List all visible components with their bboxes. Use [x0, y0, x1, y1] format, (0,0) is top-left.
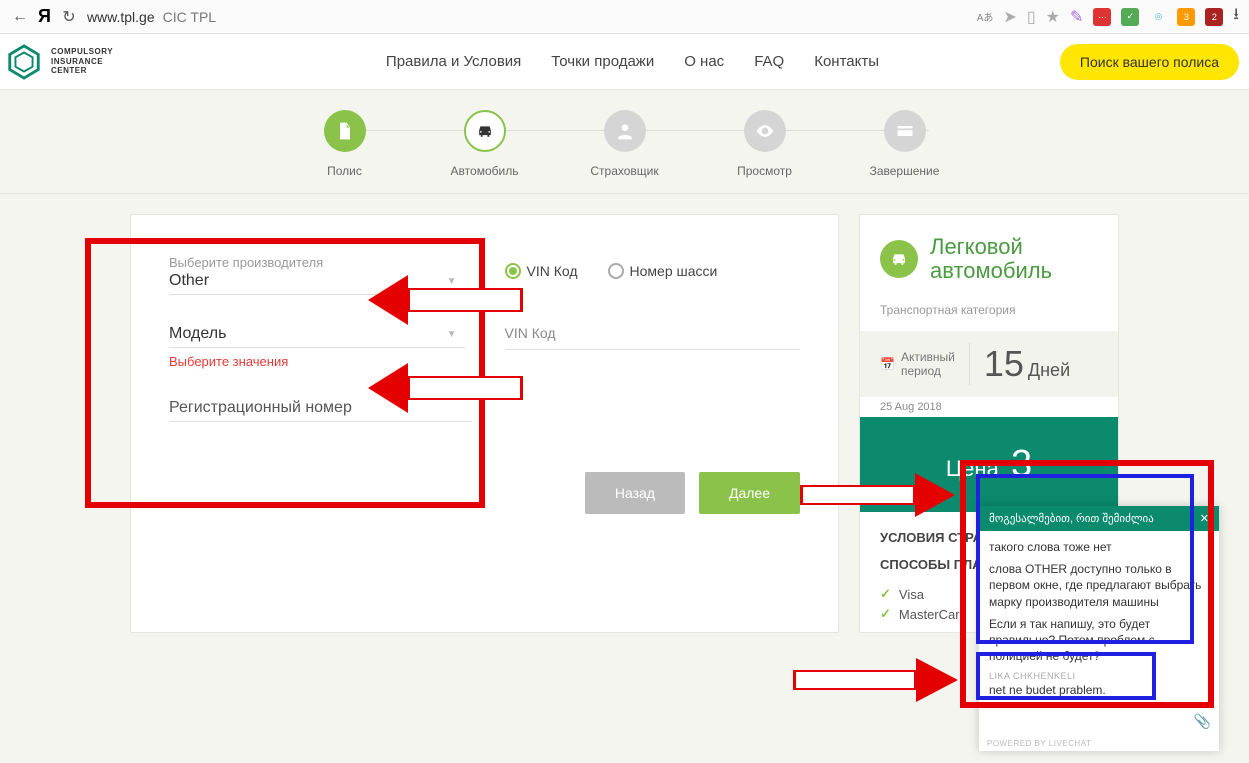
- page-title-text: CIC TPL: [163, 9, 216, 25]
- car-category-icon: [880, 240, 918, 278]
- chat-msg: Если я так напишу, это будет правильно? …: [989, 616, 1209, 665]
- extension-icon-2[interactable]: ✓: [1121, 8, 1139, 26]
- chat-agent-reply: net ne budet prablem.: [989, 682, 1209, 698]
- chat-powered-by: POWERED BY LIVECHAT: [979, 736, 1219, 751]
- logo-icon: [5, 43, 43, 81]
- price-box: Цена 3: [860, 417, 1118, 512]
- step-vehicle[interactable]: Автомобиль: [415, 110, 555, 178]
- radio-unselected-icon: [608, 263, 624, 279]
- period-days-value: 15: [984, 343, 1024, 385]
- calendar-icon: 📅: [880, 357, 895, 371]
- site-header: COMPULSORY INSURANCE CENTER Правила и Ус…: [0, 34, 1249, 90]
- vin-radio[interactable]: VIN Код: [505, 263, 578, 279]
- step-insurer[interactable]: Страховщик: [555, 110, 695, 178]
- nav-contacts[interactable]: Контакты: [814, 53, 879, 70]
- send-icon[interactable]: ➤: [1003, 7, 1016, 27]
- yandex-logo[interactable]: Я: [38, 6, 51, 27]
- chevron-down-icon: ▼: [447, 329, 457, 340]
- step-review[interactable]: Просмотр: [695, 110, 835, 178]
- chat-input[interactable]: [987, 715, 1194, 729]
- extension-icon-5[interactable]: 2: [1205, 8, 1223, 26]
- check-icon: ✓: [880, 606, 891, 622]
- extension-icon-3[interactable]: ◎: [1149, 8, 1167, 26]
- card-icon: [895, 121, 915, 141]
- lock-icon[interactable]: ▯: [1027, 7, 1036, 27]
- download-icon[interactable]: ⭳: [1233, 3, 1239, 30]
- registration-field[interactable]: Регистрационный номер: [169, 399, 472, 422]
- url-text[interactable]: www.tpl.ge: [87, 9, 155, 25]
- nav-links: Правила и Условия Точки продажи О нас FA…: [205, 53, 1060, 70]
- progress-steps: Полис Автомобиль Страховщик Просмотр Зав…: [0, 90, 1249, 194]
- manufacturer-field[interactable]: Выберите производителя Other ▼: [169, 255, 465, 295]
- registration-label: Регистрационный номер: [169, 399, 472, 417]
- chassis-radio[interactable]: Номер шасси: [608, 263, 718, 279]
- star-icon[interactable]: ★: [1046, 7, 1060, 27]
- next-button[interactable]: Далее: [699, 472, 800, 514]
- manufacturer-label: Выберите производителя: [169, 255, 465, 270]
- chat-msg: такого слова тоже нет: [989, 539, 1209, 555]
- step-policy[interactable]: Полис: [275, 110, 415, 178]
- model-field[interactable]: Модель ▼ Выберите значения: [169, 325, 465, 369]
- nav-sales[interactable]: Точки продажи: [551, 53, 654, 70]
- chat-msg: слова OTHER доступно только в первом окн…: [989, 561, 1209, 610]
- back-button[interactable]: ←: [10, 7, 30, 27]
- back-button[interactable]: Назад: [585, 472, 685, 514]
- nav-rules[interactable]: Правила и Условия: [386, 53, 521, 70]
- model-label: Модель: [169, 325, 447, 343]
- reload-button[interactable]: ↻: [59, 7, 79, 27]
- chat-agent-name: LIKA CHKHENKELI: [989, 670, 1209, 682]
- person-icon: [615, 121, 635, 141]
- period-date: 25 Aug 2018: [860, 397, 1118, 417]
- attach-icon[interactable]: 📎: [1194, 713, 1211, 730]
- document-icon: [335, 121, 355, 141]
- period-box: 📅 Активный период 15 Дней: [860, 331, 1118, 397]
- category-title: Легковой автомобиль: [930, 235, 1052, 283]
- translate-icon[interactable]: Aあ: [977, 9, 994, 24]
- extension-icon-1[interactable]: ···: [1093, 8, 1111, 26]
- feather-icon[interactable]: ✎: [1070, 7, 1083, 27]
- period-days-unit: Дней: [1028, 360, 1070, 381]
- vehicle-form: Выберите производителя Other ▼ VIN Код: [130, 214, 839, 633]
- search-policy-button[interactable]: Поиск вашего полиса: [1060, 44, 1239, 80]
- chat-header[interactable]: მოგესალმებით, რით შემიძლია ✕: [979, 506, 1219, 531]
- radio-selected-icon: [505, 263, 521, 279]
- livechat-widget: მოგესალმებით, რით შემიძლია ✕ такого слов…: [979, 506, 1219, 751]
- chevron-down-icon: ▼: [447, 276, 457, 287]
- nav-about[interactable]: О нас: [684, 53, 724, 70]
- price-value: 3: [1011, 443, 1032, 485]
- model-error: Выберите значения: [169, 354, 465, 369]
- browser-address-bar: ← Я ↻ www.tpl.ge CIC TPL Aあ ➤ ▯ ★ ✎ ··· …: [0, 0, 1249, 34]
- annotation-arrow: [788, 655, 958, 705]
- nav-faq[interactable]: FAQ: [754, 53, 784, 70]
- step-complete[interactable]: Завершение: [835, 110, 975, 178]
- extension-icon-4[interactable]: 3: [1177, 8, 1195, 26]
- category-subtitle: Транспортная категория: [860, 303, 1118, 331]
- id-type-radio-group: VIN Код Номер шасси: [505, 263, 801, 279]
- check-icon: ✓: [880, 586, 891, 602]
- vin-input[interactable]: VIN Код: [505, 325, 801, 350]
- chat-messages[interactable]: такого слова тоже нет слова OTHER доступ…: [979, 531, 1219, 706]
- eye-icon: [755, 121, 775, 141]
- logo-area[interactable]: COMPULSORY INSURANCE CENTER: [5, 43, 205, 81]
- manufacturer-value: Other: [169, 272, 447, 290]
- close-icon[interactable]: ✕: [1200, 512, 1209, 525]
- logo-text: COMPULSORY INSURANCE CENTER: [51, 47, 113, 76]
- car-icon: [475, 121, 495, 141]
